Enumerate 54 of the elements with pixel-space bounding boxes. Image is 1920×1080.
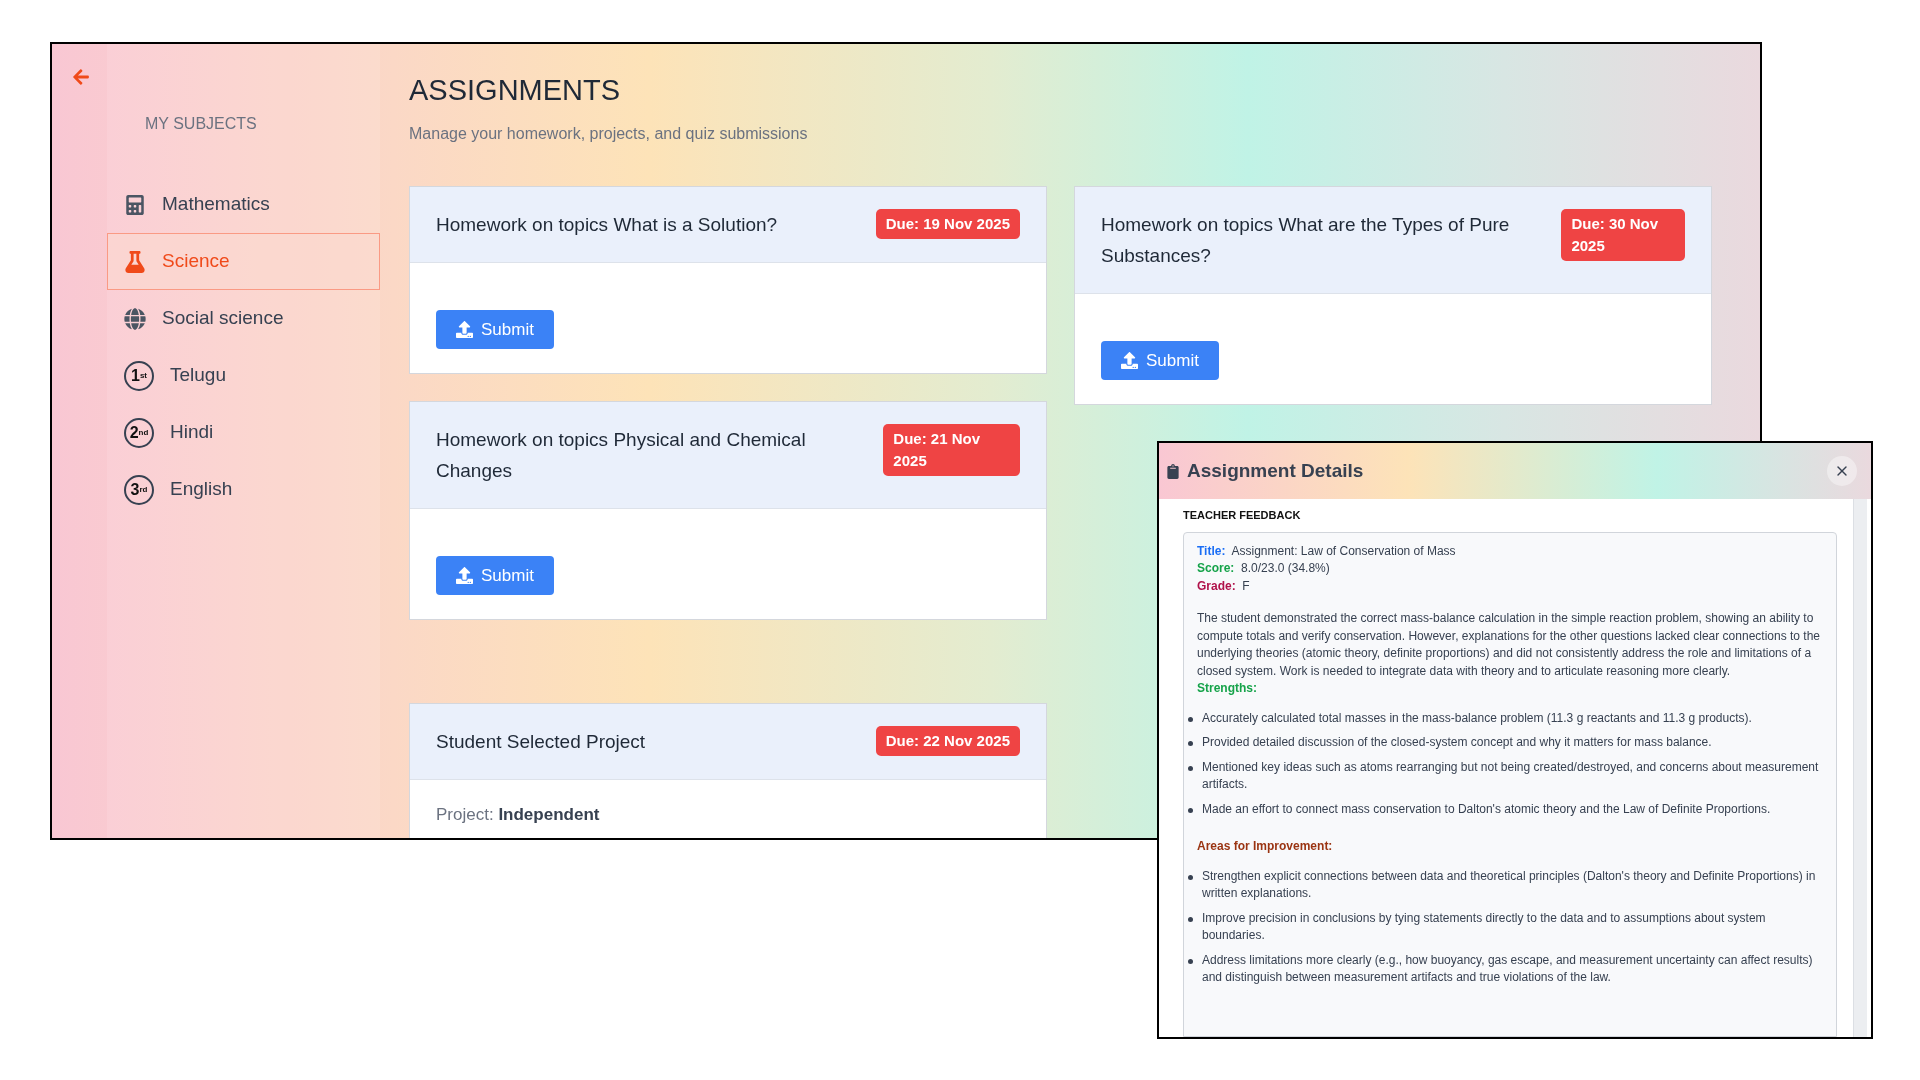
page-title: ASSIGNMENTS [409,73,622,108]
bullet-icon [1188,765,1193,771]
bullet-icon [1188,716,1193,722]
upload-icon [1121,352,1138,369]
feedback-summary: The student demonstrated the correct mass-balance calculation in the simple reaction problem, showing an ability to compute totals and verify conservation. However, explanations for the other questions lacked clear connections to the underlying theories (atomic theory, definite proportions) and did not consistently address the role and limitations of a closed system. Work is needed to integrate data with theory and to articulate reasoning more clearly. [1197,610,1822,680]
upload-icon [456,321,473,338]
submit-button[interactable]: Submit [1101,341,1219,380]
globe-icon [124,307,146,330]
bullet-icon [1188,741,1193,746]
list-item-text: Provided detailed discussion of the closed-system concept and why it matters for mass balance. [1202,734,1712,751]
subject-item[interactable]: 3rd English [107,461,380,518]
flask-icon [124,250,146,273]
dialog-title: Assignment Details [1187,458,1364,483]
project-type: Project: Independent [436,805,600,824]
card-title: Homework on topics What are the Types of Pure Substances? [1101,213,1511,268]
list-item-text: Strengthen explicit connections between data and theoretical principles (Dalton's theory and Definite Proportions) in written explanations. [1202,867,1817,902]
submit-button[interactable]: Submit [436,556,554,595]
calculator-icon [126,194,144,215]
list-item-text: Mentioned key ideas such as atoms rearranging but not being created/destroyed, and concerns about measurement artifacts. [1202,758,1820,793]
feedback-field: Score: 8.0/23.0 (34.8%) [1197,560,1822,578]
due-badge: Due: 19 Nov 2025 [875,209,1020,239]
card-title: Homework on topics Physical and Chemical Changes [436,428,807,483]
feedback-field: Grade: F [1197,577,1822,595]
due-badge: Due: 30 Nov 2025 [1561,209,1685,261]
submit-button[interactable]: Submit [436,310,554,349]
bullet-icon [1188,916,1193,922]
card-title: Homework on topics What is a Solution? [436,213,778,237]
ordinal-icon: 1st [124,360,154,391]
ordinal-icon: 2nd [124,417,154,448]
page-subtitle: Manage your homework, projects, and quiz submissions [409,124,809,144]
bullet-icon [1188,958,1193,964]
section-heading: Strengths: [1197,681,1257,695]
sidebar-heading: MY SUBJECTS [144,114,258,134]
feedback-field: Title: Assignment: Law of Conservation of Mass [1197,542,1822,560]
subject-item[interactable]: Mathematics [107,176,380,233]
list-item-text: Improve precision in conclusions by tying statements directly to the data and to assumptions about system boundaries. [1202,909,1767,944]
section-heading: Areas for Improvement: [1197,839,1333,853]
list-item-text: Made an effort to connect mass conservation to Dalton's atomic theory and the Law of Definite Proportions. [1202,800,1771,818]
due-badge: Due: 21 Nov 2025 [883,424,1020,476]
back-button[interactable] [72,68,90,86]
subject-item[interactable]: 1st Telugu [107,347,380,404]
list-item-text: Accurately calculated total masses in the mass-balance problem (11.3 g reactants and 11.3 g products). [1202,709,1752,727]
subject-item[interactable]: 2nd Hindi [107,404,380,461]
card-title: Student Selected Project [436,730,646,754]
clipboard-icon [1167,463,1179,479]
bullet-icon [1188,807,1193,813]
list-item-text: Address limitations more clearly (e.g., how buoyancy, gas escape, and measurement uncertainty can affect results) and distinguish between measurement artifacts and true violations of the law. [1202,951,1814,986]
section-label: TEACHER FEEDBACK [1183,508,1302,523]
bullet-icon [1188,874,1193,880]
subject-item[interactable]: Social science [107,290,380,347]
close-button[interactable] [1827,456,1857,486]
ordinal-icon: 3rd [124,474,154,505]
upload-icon [456,567,473,584]
due-badge: Due: 22 Nov 2025 [875,726,1020,756]
